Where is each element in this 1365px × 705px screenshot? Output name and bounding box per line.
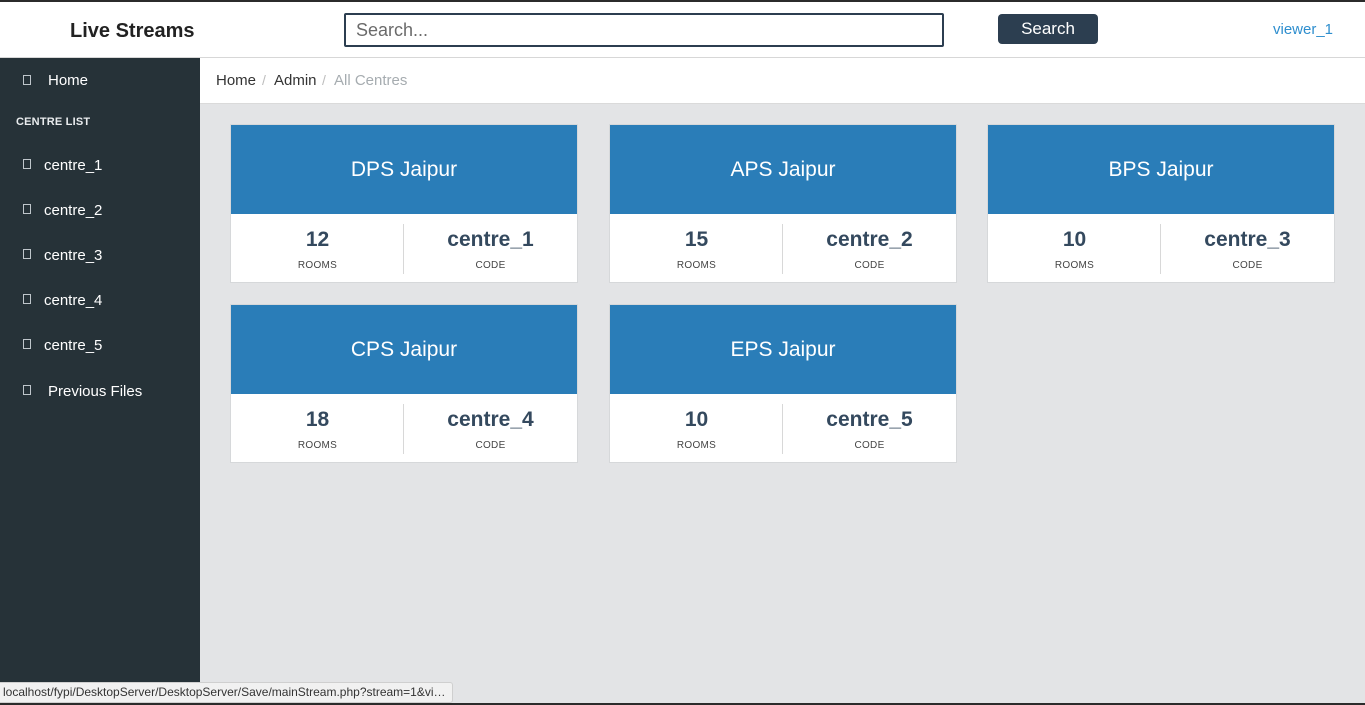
breadcrumb-home[interactable]: Home [216, 72, 256, 89]
rooms-label: ROOMS [676, 260, 717, 271]
user-menu-link[interactable]: viewer_1 [1273, 21, 1333, 38]
top-navbar: Live Streams Search viewer_1 [0, 2, 1365, 58]
sidebar-item-label: Home [48, 72, 89, 89]
rooms-stat: 10 ROOMS [610, 394, 783, 462]
sidebar-item-label: centre_5 [44, 337, 103, 354]
centre-code: centre_3 [1204, 228, 1291, 251]
rooms-stat: 12 ROOMS [231, 214, 404, 282]
code-label: CODE [475, 260, 506, 271]
sidebar-item-label: centre_2 [44, 202, 103, 219]
centre-code: centre_4 [447, 408, 534, 431]
centre-icon [23, 294, 31, 304]
sidebar-item-centre-2[interactable]: centre_2 [0, 201, 200, 231]
centre-card-title[interactable]: APS Jaipur [610, 125, 956, 214]
search-button[interactable]: Search [998, 14, 1098, 44]
sidebar-item-label: Previous Files [48, 383, 143, 400]
rooms-count: 18 [305, 408, 330, 431]
link-status-bar: localhost/fypi/DesktopServer/DesktopServ… [0, 682, 453, 703]
centre-card[interactable]: DPS Jaipur 12 ROOMS centre_1 CODE [230, 124, 578, 283]
code-stat: centre_4 CODE [404, 394, 577, 462]
code-stat: centre_2 CODE [783, 214, 956, 282]
centre-icon [23, 204, 31, 214]
search-input[interactable] [344, 13, 944, 47]
code-label: CODE [854, 440, 885, 451]
breadcrumb-current: All Centres [334, 72, 408, 89]
centre-icon [23, 249, 31, 259]
centre-card-title[interactable]: CPS Jaipur [231, 305, 577, 394]
centre-card[interactable]: APS Jaipur 15 ROOMS centre_2 CODE [609, 124, 957, 283]
breadcrumb-separator: / [322, 72, 326, 88]
rooms-label: ROOMS [297, 260, 338, 271]
centre-card-title[interactable]: DPS Jaipur [231, 125, 577, 214]
sidebar-item-label: centre_4 [44, 292, 103, 309]
rooms-stat: 18 ROOMS [231, 394, 404, 462]
code-label: CODE [854, 260, 885, 271]
sidebar-item-centre-1[interactable]: centre_1 [0, 156, 200, 186]
sidebar-item-centre-5[interactable]: centre_5 [0, 336, 200, 366]
centre-code: centre_2 [826, 228, 913, 251]
rooms-label: ROOMS [676, 440, 717, 451]
centre-card-title[interactable]: BPS Jaipur [988, 125, 1334, 214]
sidebar-item-previous-files[interactable]: Previous Files [0, 382, 200, 412]
sidebar-item-home[interactable]: Home [0, 71, 200, 101]
breadcrumb-separator: / [262, 72, 266, 88]
centre-card[interactable]: BPS Jaipur 10 ROOMS centre_3 CODE [987, 124, 1335, 283]
centre-code: centre_5 [826, 408, 913, 431]
sidebar-item-label: centre_3 [44, 247, 103, 264]
rooms-label: ROOMS [297, 440, 338, 451]
sidebar-item-centre-3[interactable]: centre_3 [0, 246, 200, 276]
code-stat: centre_1 CODE [404, 214, 577, 282]
rooms-count: 15 [684, 228, 709, 251]
folder-icon [23, 385, 31, 395]
centre-card-title[interactable]: EPS Jaipur [610, 305, 956, 394]
home-icon [23, 75, 31, 85]
centre-card[interactable]: CPS Jaipur 18 ROOMS centre_4 CODE [230, 304, 578, 463]
sidebar-item-label: centre_1 [44, 157, 103, 174]
rooms-stat: 15 ROOMS [610, 214, 783, 282]
centre-card[interactable]: EPS Jaipur 10 ROOMS centre_5 CODE [609, 304, 957, 463]
code-stat: centre_3 CODE [1161, 214, 1334, 282]
centre-code: centre_1 [447, 228, 534, 251]
sidebar: Home CENTRE LIST centre_1 centre_2 centr… [0, 58, 200, 703]
code-stat: centre_5 CODE [783, 394, 956, 462]
code-label: CODE [475, 440, 506, 451]
code-label: CODE [1232, 260, 1263, 271]
rooms-stat: 10 ROOMS [988, 214, 1161, 282]
rooms-count: 10 [684, 408, 709, 431]
rooms-count: 12 [305, 228, 330, 251]
sidebar-item-centre-4[interactable]: centre_4 [0, 291, 200, 321]
sidebar-section-heading: CENTRE LIST [16, 116, 91, 128]
centre-icon [23, 339, 31, 349]
brand-title: Live Streams [70, 20, 195, 42]
breadcrumb-admin[interactable]: Admin [274, 72, 317, 89]
rooms-count: 10 [1062, 228, 1087, 251]
centre-icon [23, 159, 31, 169]
rooms-label: ROOMS [1054, 260, 1095, 271]
breadcrumb: Home / Admin / All Centres [200, 58, 1365, 104]
